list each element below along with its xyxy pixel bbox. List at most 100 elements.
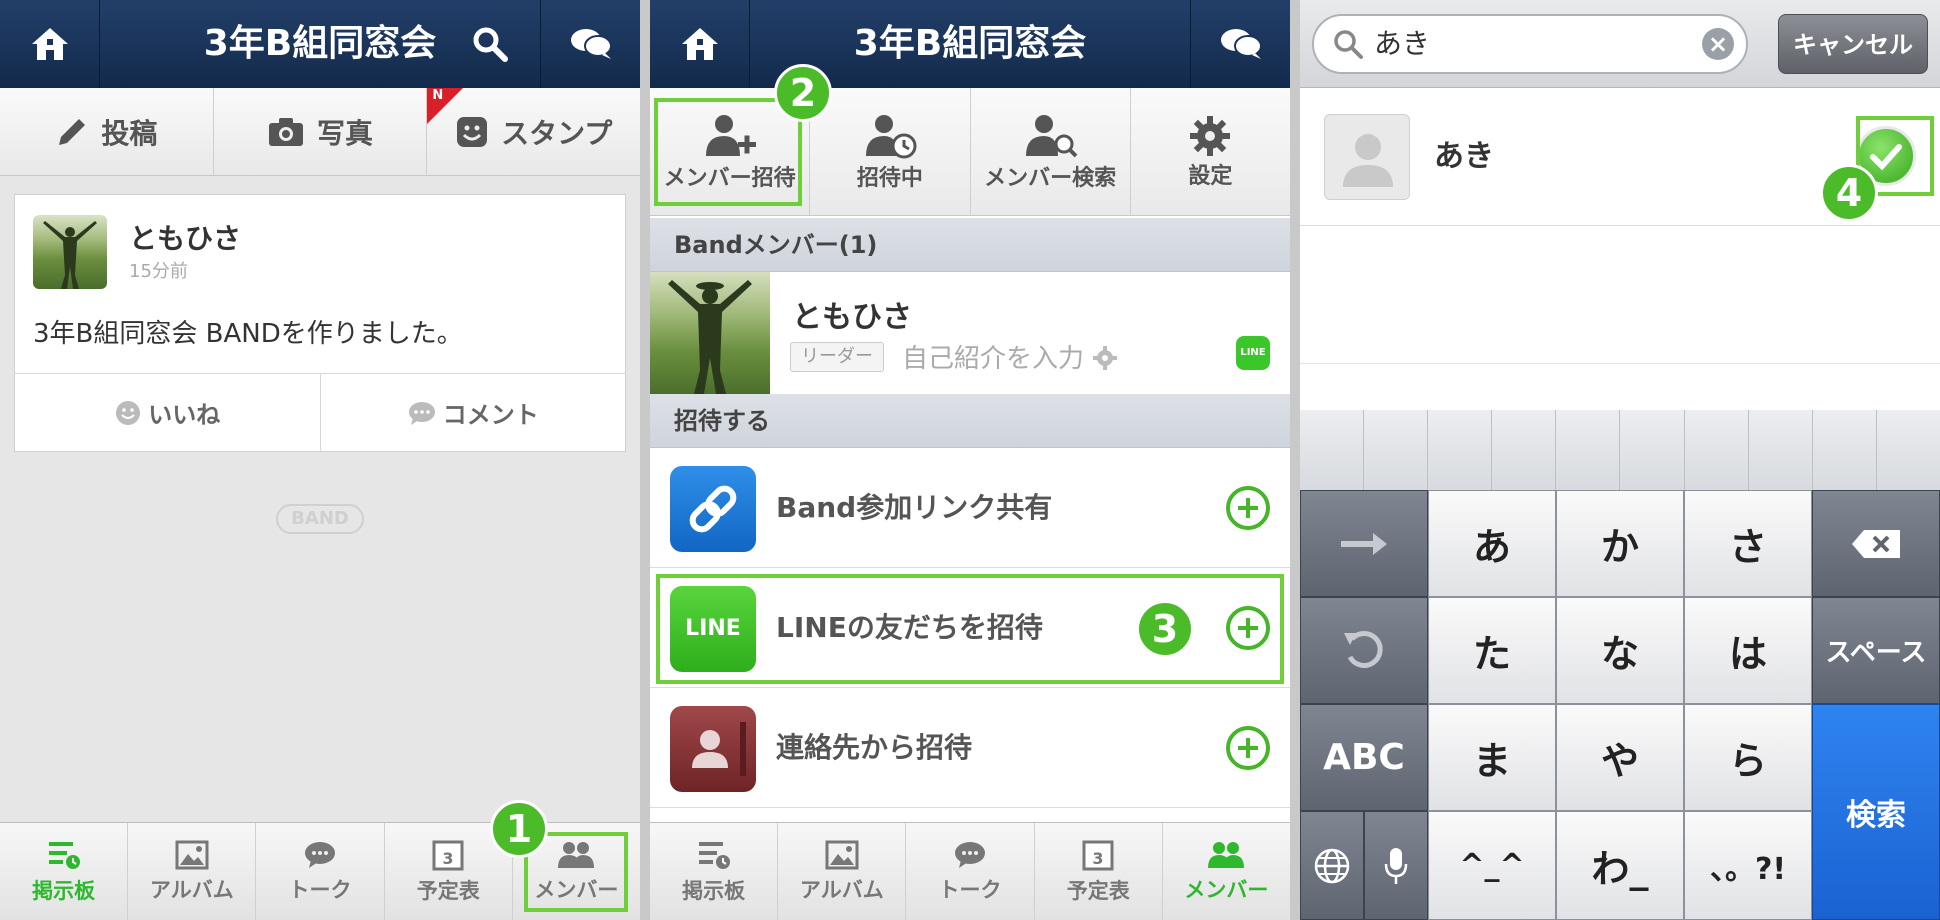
contacts-book-icon bbox=[670, 706, 756, 792]
key-punctuation[interactable]: 、。?! bbox=[1684, 811, 1812, 920]
undo-key[interactable] bbox=[1300, 597, 1428, 704]
nav-board[interactable]: 掲示板 bbox=[0, 823, 129, 920]
album-icon bbox=[825, 840, 859, 869]
invite-link-share-row[interactable]: Band参加リンク共有 bbox=[650, 448, 1290, 568]
step-badge-4: 4 bbox=[1820, 164, 1878, 222]
chat-button[interactable] bbox=[1190, 0, 1290, 88]
chat-bubbles-icon bbox=[570, 29, 612, 59]
add-icon[interactable] bbox=[1226, 486, 1270, 530]
member-row[interactable]: ともひさ リーダー 自己紹介を入力 LINE bbox=[650, 272, 1290, 394]
key-emoticon[interactable]: ^_^ bbox=[1428, 811, 1556, 920]
comment-icon bbox=[408, 401, 435, 425]
microphone-key[interactable] bbox=[1364, 811, 1428, 920]
space-key[interactable]: スペース bbox=[1812, 597, 1940, 704]
key-sa[interactable]: さ bbox=[1684, 490, 1812, 597]
arrow-key[interactable] bbox=[1300, 490, 1428, 597]
globe-key[interactable] bbox=[1300, 811, 1364, 920]
invite-contacts-row[interactable]: 連絡先から招待 bbox=[650, 688, 1290, 808]
sticker-button[interactable]: N スタンプ bbox=[427, 88, 640, 175]
person-silhouette-icon bbox=[43, 221, 97, 289]
gear-icon bbox=[1190, 115, 1231, 156]
japanese-keyboard: あ か さ た な は スペース ABC ま や ら 検索 ^_^ わ_ 、。?… bbox=[1300, 410, 1940, 920]
result-name: あき bbox=[1434, 139, 1494, 174]
search-input[interactable]: あき × bbox=[1312, 14, 1748, 74]
abc-key[interactable]: ABC bbox=[1300, 704, 1428, 811]
post-button[interactable]: 投稿 bbox=[0, 88, 214, 175]
nav-talk-label: トーク bbox=[938, 877, 1002, 902]
calendar-icon: 3 bbox=[432, 840, 464, 870]
settings-button[interactable]: 設定 bbox=[1131, 88, 1290, 215]
step-badge-3: 3 bbox=[1136, 600, 1194, 658]
author-avatar[interactable] bbox=[33, 215, 107, 289]
key-ra[interactable]: ら bbox=[1684, 704, 1812, 811]
backspace-key[interactable] bbox=[1812, 490, 1940, 597]
pending-invites-label: 招待中 bbox=[856, 165, 923, 191]
nav-board[interactable]: 掲示板 bbox=[650, 823, 779, 920]
search-icon bbox=[473, 27, 508, 62]
leader-badge: リーダー bbox=[790, 342, 884, 372]
person-search-icon bbox=[1026, 114, 1078, 157]
nav-calendar[interactable]: 3 予定表 bbox=[1035, 823, 1163, 920]
key-ha[interactable]: は bbox=[1684, 597, 1812, 704]
member-search-label: メンバー検索 bbox=[984, 165, 1117, 191]
bottom-nav: 掲示板 アルバム トーク 3 予定表 メンバー bbox=[650, 822, 1290, 920]
key-na[interactable]: な bbox=[1556, 597, 1684, 704]
invite-section-header: 招待する bbox=[650, 394, 1290, 448]
person-clock-icon bbox=[865, 114, 917, 158]
pending-invites-button[interactable]: 招待中 bbox=[810, 88, 971, 215]
panel-divider bbox=[1290, 0, 1300, 920]
invite-link-label: Band参加リンク共有 bbox=[776, 491, 1053, 524]
right-arrow-icon bbox=[1341, 532, 1387, 555]
nav-talk[interactable]: トーク bbox=[906, 823, 1035, 920]
key-ya[interactable]: や bbox=[1556, 704, 1684, 811]
post-time: 15分前 bbox=[129, 261, 188, 282]
clear-icon[interactable]: × bbox=[1702, 28, 1734, 60]
nav-board-label: 掲示板 bbox=[682, 878, 746, 903]
like-button[interactable]: いいね bbox=[15, 374, 321, 451]
nav-album-label: アルバム bbox=[799, 877, 884, 902]
key-ka[interactable]: か bbox=[1556, 490, 1684, 597]
nav-members-label: メンバー bbox=[1184, 877, 1269, 902]
add-icon[interactable] bbox=[1226, 726, 1270, 770]
member-name: ともひさ bbox=[792, 300, 912, 335]
photo-label: 写真 bbox=[317, 116, 374, 150]
key-ma[interactable]: ま bbox=[1428, 704, 1556, 811]
search-button[interactable] bbox=[440, 0, 540, 88]
nav-board-label: 掲示板 bbox=[32, 878, 96, 903]
member-search-button[interactable]: メンバー検索 bbox=[971, 88, 1131, 215]
panel-divider bbox=[640, 0, 650, 920]
search-key[interactable]: 検索 bbox=[1812, 704, 1940, 920]
link-icon bbox=[670, 466, 756, 552]
person-placeholder-icon bbox=[1343, 134, 1393, 187]
nav-album[interactable]: アルバム bbox=[128, 823, 257, 920]
photo-button[interactable]: 写真 bbox=[214, 88, 428, 175]
nav-calendar-label: 予定表 bbox=[416, 878, 480, 903]
talk-icon bbox=[955, 841, 985, 868]
calendar-day: 3 bbox=[1093, 849, 1104, 868]
like-label: いいね bbox=[148, 401, 221, 429]
members-section-header: Bandメンバー(1) bbox=[650, 218, 1290, 272]
step-badge-1: 1 bbox=[490, 800, 548, 858]
member-photo bbox=[650, 272, 770, 394]
line-badge-icon: LINE bbox=[1236, 336, 1270, 370]
invite-contacts-label: 連絡先から招待 bbox=[776, 731, 973, 764]
default-avatar bbox=[1324, 114, 1410, 200]
author-name[interactable]: ともひさ bbox=[129, 217, 241, 257]
key-wa[interactable]: わ_ bbox=[1556, 811, 1684, 920]
comment-button[interactable]: コメント bbox=[321, 374, 626, 451]
album-icon bbox=[175, 840, 209, 869]
calendar-day: 3 bbox=[443, 849, 454, 868]
key-a[interactable]: あ bbox=[1428, 490, 1556, 597]
key-ta[interactable]: た bbox=[1428, 597, 1556, 704]
new-badge-text: N bbox=[432, 88, 444, 103]
nav-album[interactable]: アルバム bbox=[778, 823, 907, 920]
intro-placeholder[interactable]: 自己紹介を入力 bbox=[902, 338, 1118, 375]
nav-talk[interactable]: トーク bbox=[256, 823, 385, 920]
cancel-button[interactable]: キャンセル bbox=[1778, 14, 1928, 74]
nav-members[interactable]: メンバー bbox=[1163, 823, 1290, 920]
board-icon bbox=[48, 841, 80, 869]
chat-bubbles-icon bbox=[1220, 29, 1262, 59]
chat-button[interactable] bbox=[540, 0, 640, 88]
friend-search-screen: あき × キャンセル あき あ か さ た な は スペース ABC ま や ら… bbox=[1300, 0, 1940, 920]
sticker-label: スタンプ bbox=[501, 116, 613, 150]
